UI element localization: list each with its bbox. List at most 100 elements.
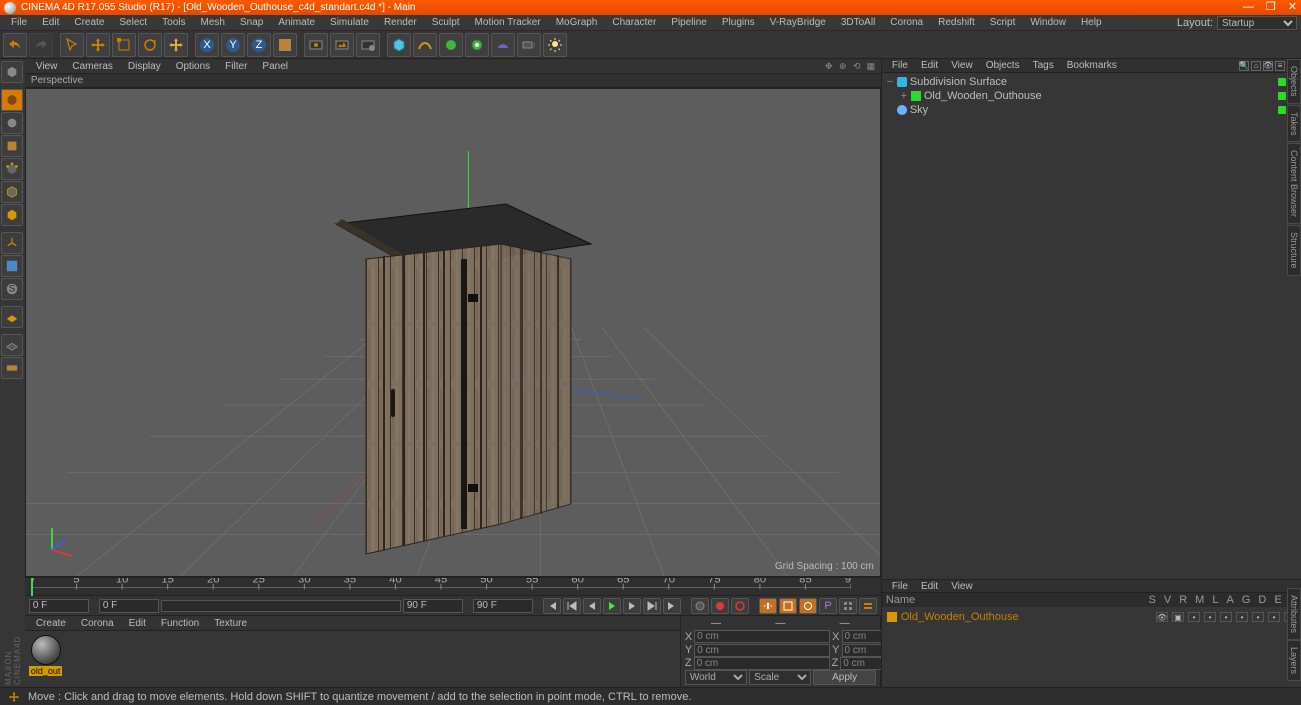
add-spline-button[interactable]	[413, 33, 437, 57]
axis-y-toggle[interactable]: Y	[221, 33, 245, 57]
menu-window[interactable]: Window	[1024, 17, 1072, 28]
model-mode-button[interactable]	[1, 89, 23, 111]
mat-menu-create[interactable]: Create	[30, 618, 72, 629]
timeline-playhead[interactable]	[31, 578, 33, 596]
render-settings-button[interactable]	[356, 33, 380, 57]
attr-menu-file[interactable]: File	[887, 581, 913, 592]
minimize-button[interactable]: —	[1243, 2, 1254, 13]
vp-menu-filter[interactable]: Filter	[219, 61, 253, 72]
tab-layers[interactable]: Layers	[1287, 640, 1301, 681]
obj-menu-tags[interactable]: Tags	[1028, 60, 1059, 71]
key-rotation-button[interactable]	[799, 598, 817, 614]
vp-nav-pan-icon[interactable]: ✥	[823, 60, 835, 72]
mat-menu-texture[interactable]: Texture	[208, 618, 253, 629]
tree-item-name[interactable]: Sky	[910, 104, 1275, 116]
layout-dropdown[interactable]: Startup	[1217, 16, 1297, 30]
obj-menu-objects[interactable]: Objects	[981, 60, 1025, 71]
keyframe-selection-button[interactable]	[731, 598, 749, 614]
axis-x-toggle[interactable]: X	[195, 33, 219, 57]
material-name-label[interactable]: old_out	[29, 666, 63, 676]
tree-row[interactable]: Sky	[886, 103, 1297, 117]
add-cube-button[interactable]	[387, 33, 411, 57]
menu-sculpt[interactable]: Sculpt	[426, 17, 466, 28]
attr-view-icon[interactable]: 👁	[1156, 612, 1168, 622]
attr-dot4-icon[interactable]: •	[1236, 612, 1248, 622]
material-thumbnail[interactable]	[31, 635, 61, 665]
menu-animate[interactable]: Animate	[272, 17, 321, 28]
tree-expand-icon[interactable]: +	[900, 90, 908, 102]
menu-help[interactable]: Help	[1075, 17, 1108, 28]
menu-snap[interactable]: Snap	[234, 17, 269, 28]
edge-mode-button[interactable]	[1, 181, 23, 203]
tree-expand-icon[interactable]: −	[886, 76, 894, 88]
attr-render-icon[interactable]: ▣	[1172, 612, 1184, 622]
coord-scale-dropdown[interactable]: Scale	[749, 670, 811, 685]
key-scale-button[interactable]	[779, 598, 797, 614]
play-button[interactable]	[603, 598, 621, 614]
viewport-3d[interactable]: Grid Spacing : 100 cm	[25, 88, 881, 577]
tree-row[interactable]: + Old_Wooden_Outhouse	[886, 89, 1297, 103]
tab-objects[interactable]: Objects	[1287, 59, 1301, 104]
add-generator-button[interactable]	[439, 33, 463, 57]
obj-menu-edit[interactable]: Edit	[916, 60, 943, 71]
make-editable-button[interactable]	[1, 61, 23, 83]
tree-row[interactable]: − Subdivision Surface	[886, 75, 1297, 89]
coord-apply-button[interactable]: Apply	[813, 670, 875, 685]
tree-visibility-dot[interactable]	[1278, 92, 1286, 100]
vp-nav-zoom-icon[interactable]: ⊕	[837, 60, 849, 72]
mat-menu-corona[interactable]: Corona	[75, 618, 120, 629]
menu-3dtoall[interactable]: 3DToAll	[835, 17, 881, 28]
coord-pos-x[interactable]	[694, 630, 830, 643]
attr-menu-view[interactable]: View	[946, 581, 978, 592]
tree-item-name[interactable]: Subdivision Surface	[910, 76, 1275, 88]
render-picture-viewer-button[interactable]	[330, 33, 354, 57]
snap-toggle-button[interactable]: S	[1, 278, 23, 300]
tab-attributes[interactable]: Attributes	[1287, 588, 1301, 640]
vp-menu-view[interactable]: View	[30, 61, 64, 72]
viewport-solo-button[interactable]	[1, 255, 23, 277]
frame-range-end-input[interactable]	[473, 599, 533, 613]
attr-object-name[interactable]: Old_Wooden_Outhouse	[901, 611, 1019, 623]
tree-item-name[interactable]: Old_Wooden_Outhouse	[924, 90, 1275, 102]
add-light-button[interactable]	[543, 33, 567, 57]
undo-button[interactable]	[3, 33, 27, 57]
coord-system-toggle[interactable]	[273, 33, 297, 57]
texture-mode-button[interactable]	[1, 112, 23, 134]
tab-content-browser[interactable]: Content Browser	[1287, 143, 1301, 224]
coord-pos-y[interactable]	[694, 644, 830, 657]
record-button[interactable]	[691, 598, 709, 614]
tab-structure[interactable]: Structure	[1287, 225, 1301, 276]
prev-frame-button[interactable]	[583, 598, 601, 614]
obj-menu-file[interactable]: File	[887, 60, 913, 71]
goto-end-button[interactable]	[663, 598, 681, 614]
menu-plugins[interactable]: Plugins	[716, 17, 761, 28]
goto-start-button[interactable]	[543, 598, 561, 614]
obj-menu-view[interactable]: View	[946, 60, 978, 71]
obj-eye-icon[interactable]: 👁	[1263, 61, 1273, 71]
timeline-ruler[interactable]: 051015202530354045505560657075808590	[25, 577, 881, 595]
tree-visibility-dot[interactable]	[1278, 106, 1286, 114]
coord-mode-dropdown[interactable]: World	[685, 670, 747, 685]
workplane-button[interactable]	[1, 306, 23, 328]
frame-slider[interactable]	[161, 600, 401, 612]
add-environment-button[interactable]	[491, 33, 515, 57]
add-camera-button[interactable]	[517, 33, 541, 57]
vp-menu-options[interactable]: Options	[170, 61, 216, 72]
menu-vraybridge[interactable]: V-RayBridge	[764, 17, 832, 28]
key-options-button[interactable]	[859, 598, 877, 614]
menu-simulate[interactable]: Simulate	[324, 17, 375, 28]
menu-motion-tracker[interactable]: Motion Tracker	[469, 17, 547, 28]
obj-list-icon[interactable]: ≡	[1275, 61, 1285, 71]
key-parameter-button[interactable]: P	[819, 598, 837, 614]
point-mode-button[interactable]	[1, 158, 23, 180]
move-tool[interactable]	[86, 33, 110, 57]
vp-menu-display[interactable]: Display	[122, 61, 167, 72]
menu-file[interactable]: File	[5, 17, 33, 28]
attr-dot2-icon[interactable]: •	[1204, 612, 1216, 622]
menu-render[interactable]: Render	[378, 17, 423, 28]
goto-next-key-button[interactable]	[643, 598, 661, 614]
menu-tools[interactable]: Tools	[156, 17, 191, 28]
obj-search-icon[interactable]: 🔍	[1239, 61, 1249, 71]
menu-script[interactable]: Script	[984, 17, 1022, 28]
autokey-button[interactable]	[711, 598, 729, 614]
